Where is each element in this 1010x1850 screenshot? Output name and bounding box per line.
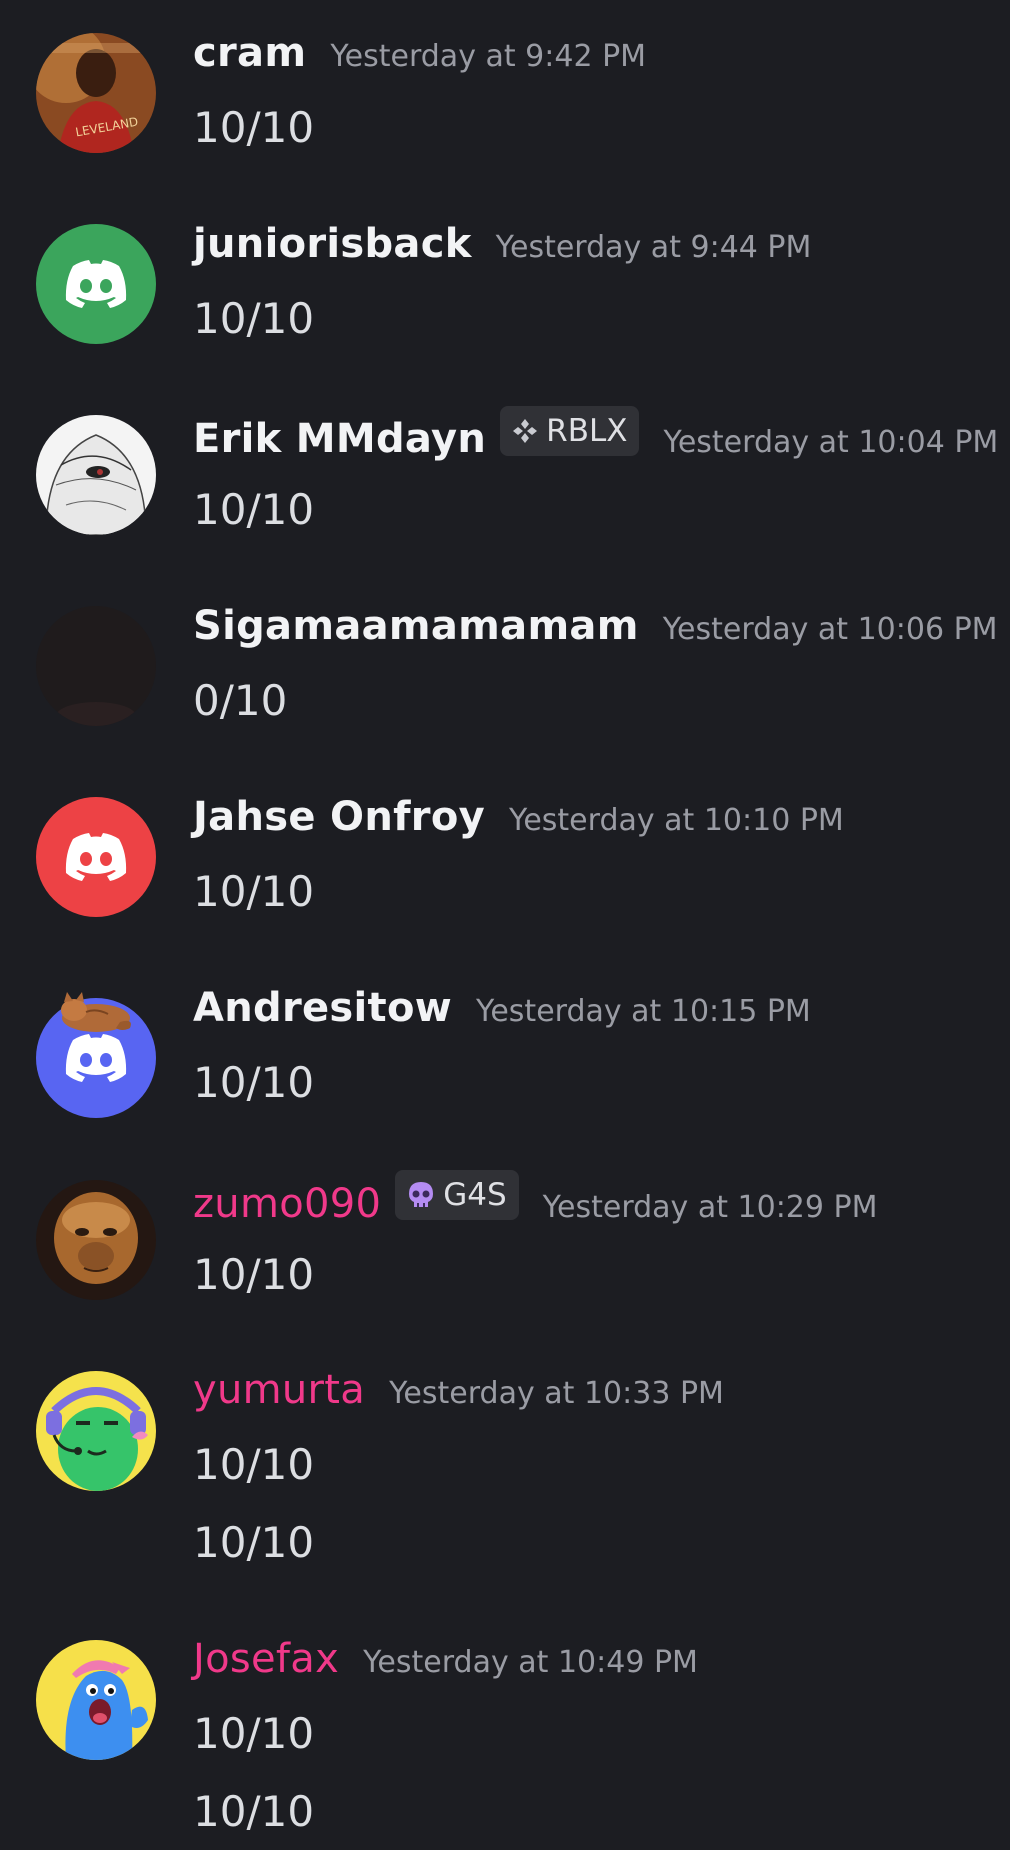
username[interactable]: Jahse Onfroy xyxy=(193,794,485,840)
clan-tag-label: G4S xyxy=(443,1177,507,1213)
username[interactable]: zumo090 xyxy=(193,1181,381,1227)
avatar[interactable] xyxy=(36,797,156,917)
timestamp[interactable]: Yesterday at 10:04 PM xyxy=(663,425,998,460)
timestamp[interactable]: Yesterday at 10:29 PM xyxy=(543,1190,878,1225)
message-text: 10/10 xyxy=(193,1709,315,1758)
avatar[interactable] xyxy=(36,1371,156,1491)
message-text: 10/10 xyxy=(193,1440,315,1489)
message-text: 10/10 xyxy=(193,867,315,916)
cartoon-gamer-icon xyxy=(36,1371,156,1491)
username[interactable]: Sigamaamamamam xyxy=(193,603,639,649)
timestamp[interactable]: Yesterday at 10:49 PM xyxy=(363,1645,698,1680)
timestamp[interactable]: Yesterday at 9:42 PM xyxy=(330,39,646,74)
username[interactable]: cram xyxy=(193,30,306,76)
avatar[interactable]: LEVELAND xyxy=(36,33,156,153)
avatar[interactable] xyxy=(36,415,156,535)
sleeping-cat-decoration-icon xyxy=(61,992,131,1032)
dark-photo-icon xyxy=(36,606,156,726)
timestamp[interactable]: Yesterday at 10:10 PM xyxy=(509,803,844,838)
username[interactable]: juniorisback xyxy=(193,221,472,267)
clan-tag[interactable]: RBLX xyxy=(500,406,640,456)
skull-icon xyxy=(409,1182,434,1207)
username[interactable]: Josefax xyxy=(193,1636,339,1682)
timestamp[interactable]: Yesterday at 10:33 PM xyxy=(389,1376,724,1411)
message-text: 10/10 xyxy=(193,294,315,343)
message-text: 10/10 xyxy=(193,1787,315,1836)
four-diamond-icon xyxy=(513,419,538,443)
message-text: 10/10 xyxy=(193,103,315,152)
cartoon-creature-icon xyxy=(36,1640,156,1760)
message-text: 0/10 xyxy=(193,676,288,725)
clan-tag[interactable]: G4S xyxy=(395,1170,519,1220)
sketch-avatar-icon xyxy=(36,415,156,535)
username[interactable]: yumurta xyxy=(193,1367,365,1413)
username[interactable]: Erik MMdayn xyxy=(193,416,486,462)
discord-logo-icon xyxy=(36,797,156,917)
message-text: 10/10 xyxy=(193,1058,315,1107)
avatar[interactable] xyxy=(36,224,156,344)
timestamp[interactable]: Yesterday at 10:06 PM xyxy=(663,612,998,647)
discord-logo-icon xyxy=(36,224,156,344)
clan-tag-label: RBLX xyxy=(546,413,628,449)
timestamp[interactable]: Yesterday at 9:44 PM xyxy=(496,230,812,265)
message-text: 10/10 xyxy=(193,485,315,534)
user-photo-icon: LEVELAND xyxy=(36,33,156,153)
username[interactable]: Andresitow xyxy=(193,985,452,1031)
ape-photo-icon xyxy=(36,1180,156,1300)
avatar[interactable] xyxy=(36,1640,156,1760)
avatar[interactable] xyxy=(36,1180,156,1300)
message-text: 10/10 xyxy=(193,1250,315,1299)
message-text: 10/10 xyxy=(193,1518,315,1567)
avatar[interactable] xyxy=(36,606,156,726)
timestamp[interactable]: Yesterday at 10:15 PM xyxy=(476,994,811,1029)
